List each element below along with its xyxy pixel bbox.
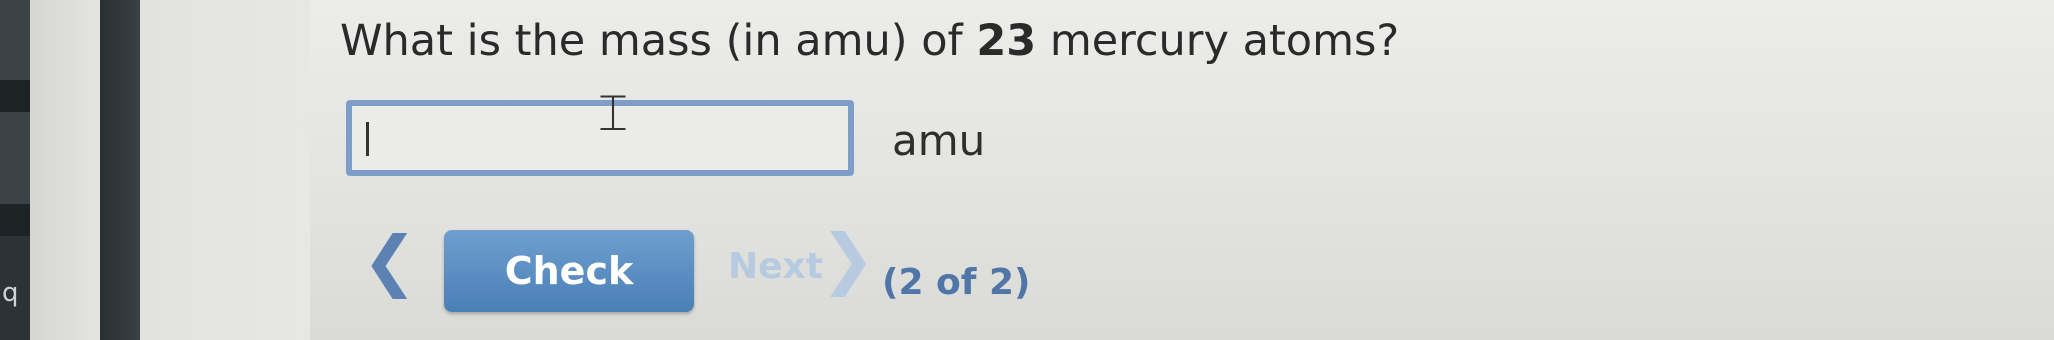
page-counter: (2 of 2)	[882, 262, 1031, 303]
question-text: What is the mass (in amu) of 23 mercury …	[340, 16, 1399, 66]
side-panel	[30, 0, 100, 340]
left-tab-1[interactable]	[0, 0, 30, 80]
check-button[interactable]: Check	[444, 230, 694, 312]
question-suffix: mercury atoms?	[1036, 16, 1400, 66]
question-panel: What is the mass (in amu) of 23 mercury …	[310, 0, 2054, 340]
left-edge-glyph: q	[2, 278, 19, 308]
unit-label: amu	[892, 116, 986, 165]
left-tab-2[interactable]	[0, 112, 30, 204]
divider-bar	[100, 0, 140, 340]
question-prefix: What is the mass (in amu) of	[340, 16, 977, 66]
ibeam-cursor-icon: ⌶	[598, 84, 628, 142]
text-caret	[366, 122, 369, 156]
question-count: 23	[976, 16, 1037, 66]
next-button[interactable]: Next	[728, 246, 823, 287]
gutter	[140, 0, 310, 340]
chevron-left-icon[interactable]: ❮	[362, 228, 417, 294]
chevron-right-icon[interactable]: ❯	[820, 226, 875, 292]
